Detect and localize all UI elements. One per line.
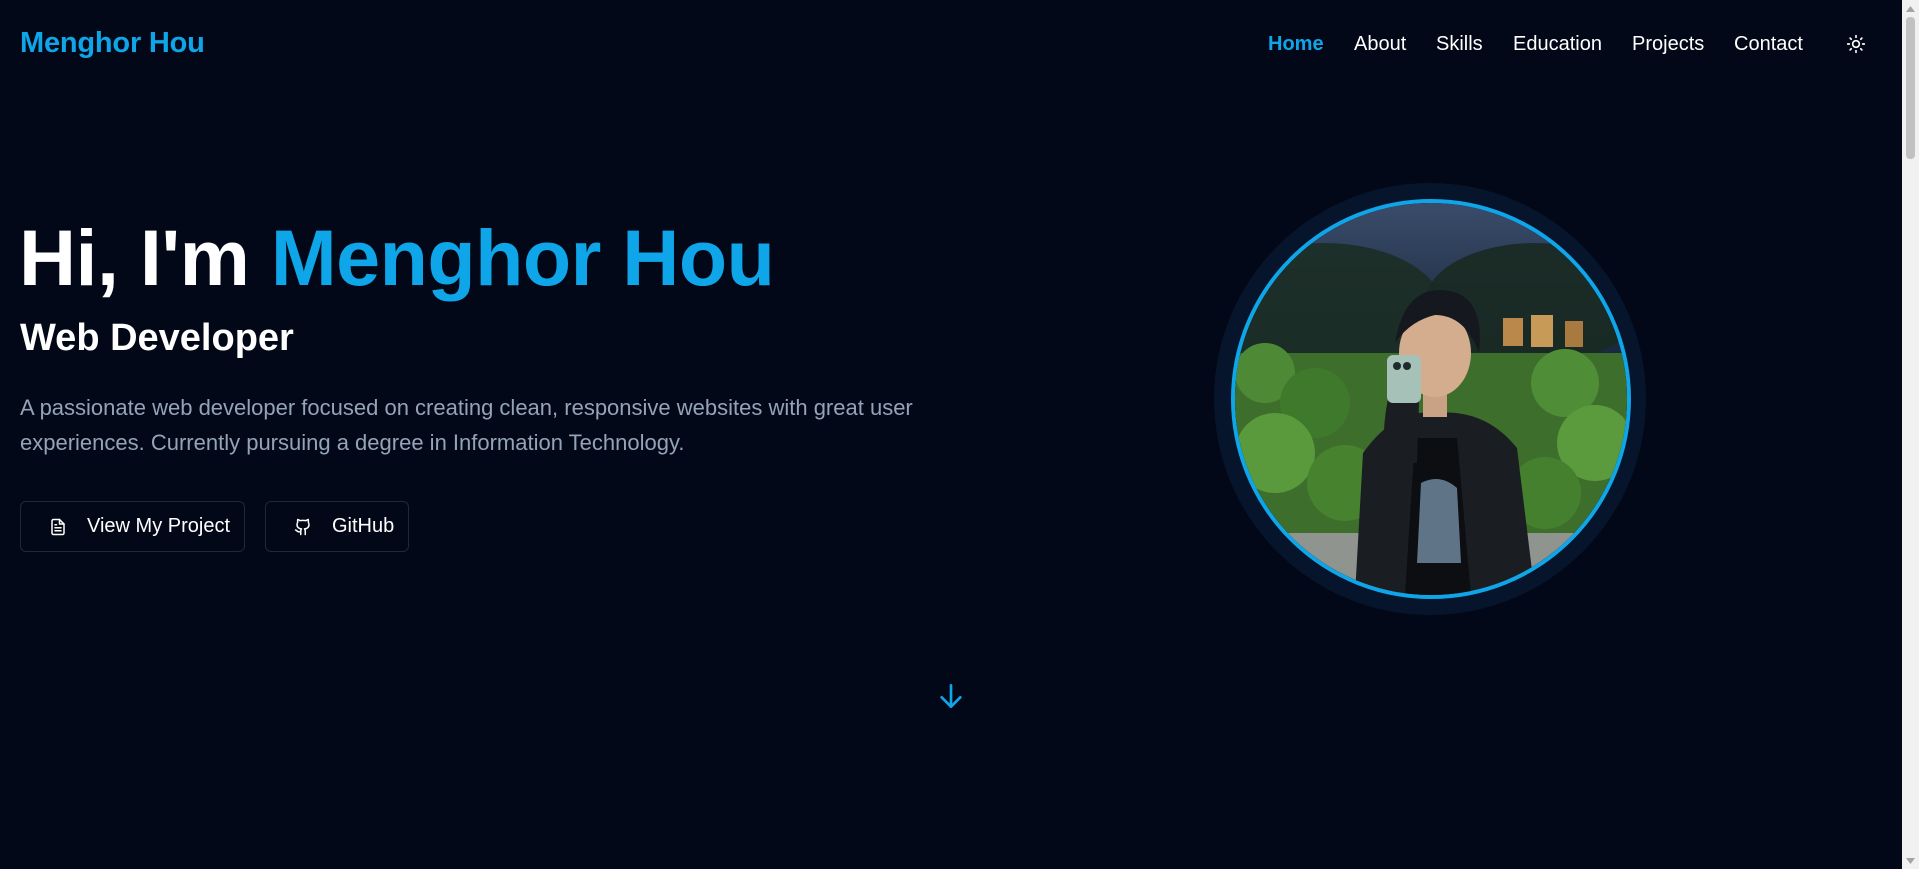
github-button[interactable]: GitHub bbox=[265, 501, 409, 552]
scrollbar-thumb[interactable] bbox=[1906, 17, 1915, 159]
nav-item-skills[interactable]: Skills bbox=[1436, 32, 1483, 56]
nav-item-education[interactable]: Education bbox=[1513, 32, 1602, 56]
hero-title: Hi, I'm Menghor Hou bbox=[19, 210, 775, 306]
hero-greeting: Hi, I'm bbox=[19, 213, 250, 302]
nav-item-home[interactable]: Home bbox=[1268, 32, 1324, 56]
scroll-up-arrow-icon[interactable] bbox=[1902, 0, 1919, 17]
sun-icon bbox=[1846, 34, 1866, 54]
hero-role: Web Developer bbox=[20, 317, 294, 359]
document-icon bbox=[47, 516, 69, 538]
github-icon bbox=[292, 516, 314, 538]
avatar bbox=[1231, 199, 1631, 599]
scroll-down-arrow-icon[interactable] bbox=[1902, 852, 1919, 869]
profile-photo bbox=[1235, 203, 1627, 595]
theme-toggle-button[interactable] bbox=[1844, 32, 1868, 56]
page: Menghor Hou Home About Skills Education … bbox=[0, 0, 1900, 869]
github-label: GitHub bbox=[332, 515, 395, 537]
main-nav: Home About Skills Education Projects Con… bbox=[0, 32, 1900, 56]
scroll-down-button[interactable] bbox=[934, 679, 968, 713]
view-project-label: View My Project bbox=[87, 515, 231, 537]
nav-item-projects[interactable]: Projects bbox=[1632, 32, 1704, 56]
nav-item-contact[interactable]: Contact bbox=[1734, 32, 1803, 56]
nav-item-about[interactable]: About bbox=[1354, 32, 1406, 56]
view-project-button[interactable]: View My Project bbox=[20, 501, 245, 552]
hero-intro: A passionate web developer focused on cr… bbox=[20, 395, 913, 455]
hero-name: Menghor Hou bbox=[270, 213, 775, 302]
arrow-down-icon bbox=[940, 684, 962, 708]
page-scrollbar[interactable] bbox=[1902, 0, 1919, 869]
